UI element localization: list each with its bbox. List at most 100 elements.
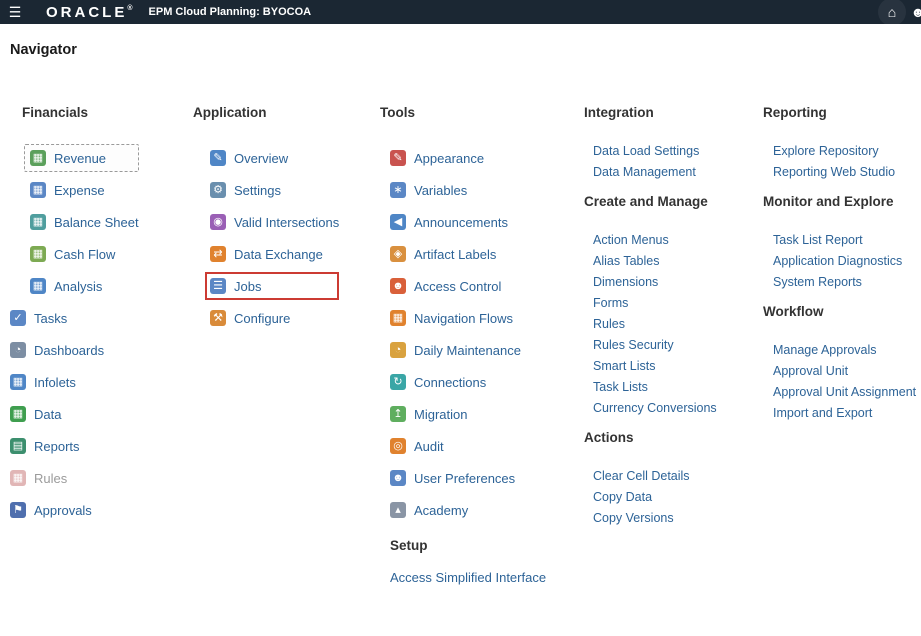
nav-item-connections[interactable]: ↻ Connections xyxy=(390,371,546,393)
nav-item-infolets[interactable]: ▦ Infolets xyxy=(10,371,139,393)
nav-item-label: Data xyxy=(34,407,61,422)
nav-item-announcements[interactable]: ◀ Announcements xyxy=(390,211,546,233)
nav-item-academy[interactable]: ▴ Academy xyxy=(390,499,546,521)
nav-item-explore-repository[interactable]: Explore Repository xyxy=(773,143,916,159)
reporting-column: Reporting Explore Repository Reporting W… xyxy=(763,105,916,426)
nav-item-application-diagnostics[interactable]: Application Diagnostics xyxy=(773,253,916,269)
nav-item-configure[interactable]: ⚒ Configure xyxy=(210,307,339,329)
connections-icon: ↻ xyxy=(390,374,406,390)
infolets-icon: ▦ xyxy=(10,374,26,390)
valid-intersections-icon: ◉ xyxy=(210,214,226,230)
section-header-create-and-manage: Create and Manage xyxy=(584,194,717,210)
integration-column: Integration Data Load Settings Data Mana… xyxy=(584,105,717,531)
nav-item-jobs[interactable]: ☰ Jobs xyxy=(205,272,339,300)
nav-item-expense[interactable]: ▦ Expense xyxy=(30,179,139,201)
nav-item-copy-versions[interactable]: Copy Versions xyxy=(593,510,717,526)
nav-item-artifact-labels[interactable]: ◈ Artifact Labels xyxy=(390,243,546,265)
nav-item-approval-unit[interactable]: Approval Unit xyxy=(773,363,916,379)
nav-item-label: Cash Flow xyxy=(54,247,115,262)
dashboards-icon: ◔ xyxy=(10,342,26,358)
nav-item-data-management[interactable]: Data Management xyxy=(593,164,717,180)
nav-item-label: Access Control xyxy=(414,279,501,294)
artifact-labels-icon: ◈ xyxy=(390,246,406,262)
nav-item-label: Appearance xyxy=(414,151,484,166)
nav-item-data-exchange[interactable]: ⇄ Data Exchange xyxy=(210,243,339,265)
oracle-logo: ORACLE® xyxy=(46,4,133,21)
nav-item-label: Artifact Labels xyxy=(414,247,496,262)
nav-item-task-list-report[interactable]: Task List Report xyxy=(773,232,916,248)
menu-icon[interactable]: ☰ xyxy=(0,0,30,24)
configure-icon: ⚒ xyxy=(210,310,226,326)
user-icon[interactable]: ☻ xyxy=(905,0,921,24)
section-header-monitor-and-explore: Monitor and Explore xyxy=(763,194,916,210)
nav-item-approvals[interactable]: ⚑ Approvals xyxy=(10,499,139,521)
navigation-flows-icon: ▦ xyxy=(390,310,406,326)
nav-item-approval-unit-assignment[interactable]: Approval Unit Assignment xyxy=(773,384,916,400)
nav-item-dashboards[interactable]: ◔ Dashboards xyxy=(10,339,139,361)
nav-item-revenue[interactable]: ▦ Revenue xyxy=(24,144,139,172)
nav-item-audit[interactable]: ◎ Audit xyxy=(390,435,546,457)
nav-item-settings[interactable]: ⚙ Settings xyxy=(210,179,339,201)
nav-item-balance-sheet[interactable]: ▦ Balance Sheet xyxy=(30,211,139,233)
nav-item-variables[interactable]: ∗ Variables xyxy=(390,179,546,201)
nav-item-reports[interactable]: ▤ Reports xyxy=(10,435,139,457)
application-column: Application ✎ Overview ⚙ Settings ◉ Vali… xyxy=(193,105,339,339)
app-title: EPM Cloud Planning: BYOCOA xyxy=(149,6,312,18)
nav-item-migration[interactable]: ↥ Migration xyxy=(390,403,546,425)
nav-item-access-simplified-interface[interactable]: Access Simplified Interface xyxy=(390,570,546,586)
data-icon: ▦ xyxy=(10,406,26,422)
migration-icon: ↥ xyxy=(390,406,406,422)
nav-item-smart-lists[interactable]: Smart Lists xyxy=(593,358,717,374)
nav-item-alias-tables[interactable]: Alias Tables xyxy=(593,253,717,269)
nav-item-label: Audit xyxy=(414,439,444,454)
nav-item-label: Valid Intersections xyxy=(234,215,339,230)
appearance-icon: ✎ xyxy=(390,150,406,166)
nav-item-navigation-flows[interactable]: ▦ Navigation Flows xyxy=(390,307,546,329)
nav-item-system-reports[interactable]: System Reports xyxy=(773,274,916,290)
nav-item-data[interactable]: ▦ Data xyxy=(10,403,139,425)
nav-item-daily-maintenance[interactable]: ◔ Daily Maintenance xyxy=(390,339,546,361)
nav-item-task-lists[interactable]: Task Lists xyxy=(593,379,717,395)
nav-item-dimensions[interactable]: Dimensions xyxy=(593,274,717,290)
nav-item-label: Approvals xyxy=(34,503,92,518)
nav-item-label: Expense xyxy=(54,183,105,198)
nav-item-action-menus[interactable]: Action Menus xyxy=(593,232,717,248)
nav-item-user-preferences[interactable]: ☻ User Preferences xyxy=(390,467,546,489)
jobs-icon: ☰ xyxy=(210,278,226,294)
nav-item-label: Tasks xyxy=(34,311,67,326)
page-title: Navigator xyxy=(10,42,77,58)
nav-item-appearance[interactable]: ✎ Appearance xyxy=(390,147,546,169)
financials-cube-group: ▦ Revenue ▦ Expense ▦ Balance Sheet ▦ Ca… xyxy=(30,144,139,297)
nav-item-label: Rules xyxy=(34,471,67,486)
home-icon[interactable]: ⌂ xyxy=(879,0,905,24)
nav-item-label: Data Exchange xyxy=(234,247,323,262)
nav-item-label: Configure xyxy=(234,311,290,326)
nav-item-import-and-export[interactable]: Import and Export xyxy=(773,405,916,421)
nav-item-label: Overview xyxy=(234,151,288,166)
nav-item-copy-data[interactable]: Copy Data xyxy=(593,489,717,505)
nav-item-valid-intersections[interactable]: ◉ Valid Intersections xyxy=(210,211,339,233)
oracle-logo-text: ORACLE xyxy=(46,4,127,21)
nav-item-label: Infolets xyxy=(34,375,76,390)
nav-item-data-load-settings[interactable]: Data Load Settings xyxy=(593,143,717,159)
nav-item-reporting-web-studio[interactable]: Reporting Web Studio xyxy=(773,164,916,180)
nav-item-clear-cell-details[interactable]: Clear Cell Details xyxy=(593,468,717,484)
nav-item-tasks[interactable]: ✓ Tasks xyxy=(10,307,139,329)
nav-item-label: Daily Maintenance xyxy=(414,343,521,358)
approvals-icon: ⚑ xyxy=(10,502,26,518)
nav-item-manage-approvals[interactable]: Manage Approvals xyxy=(773,342,916,358)
nav-item-analysis[interactable]: ▦ Analysis xyxy=(30,275,139,297)
nav-item-label: Variables xyxy=(414,183,467,198)
nav-item-currency-conversions[interactable]: Currency Conversions xyxy=(593,400,717,416)
rules-icon: ▦ xyxy=(10,470,26,486)
nav-item-cash-flow[interactable]: ▦ Cash Flow xyxy=(30,243,139,265)
nav-item-rules-manage[interactable]: Rules xyxy=(593,316,717,332)
top-bar: ☰ ORACLE® EPM Cloud Planning: BYOCOA ⌂ ☻ xyxy=(0,0,921,24)
audit-icon: ◎ xyxy=(390,438,406,454)
nav-item-access-control[interactable]: ☻ Access Control xyxy=(390,275,546,297)
announcements-icon: ◀ xyxy=(390,214,406,230)
nav-item-label: Navigation Flows xyxy=(414,311,513,326)
nav-item-forms[interactable]: Forms xyxy=(593,295,717,311)
nav-item-overview[interactable]: ✎ Overview xyxy=(210,147,339,169)
nav-item-rules-security[interactable]: Rules Security xyxy=(593,337,717,353)
